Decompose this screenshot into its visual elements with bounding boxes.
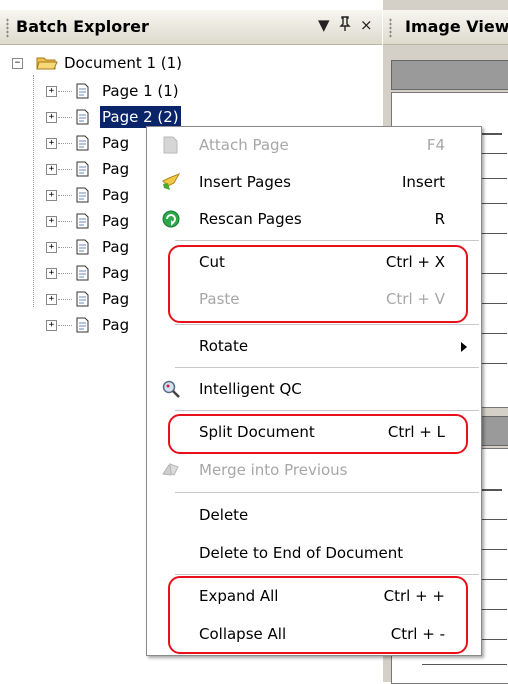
merge-icon <box>162 463 179 476</box>
grip-handle[interactable] <box>389 18 392 38</box>
collapse-toggle-icon[interactable]: − <box>12 58 23 69</box>
page-label: Pag <box>102 316 130 334</box>
page-label: Pag <box>102 264 130 282</box>
highlight-expand-collapse <box>168 576 468 654</box>
expand-toggle-icon[interactable]: + <box>46 294 57 305</box>
tree-connector <box>58 247 72 249</box>
tree-connector <box>58 325 72 327</box>
page-icon <box>76 291 89 307</box>
submenu-arrow-icon <box>461 342 467 352</box>
highlight-split-document <box>168 414 468 454</box>
tree-item-document[interactable]: − Document 1 (1) <box>0 52 260 74</box>
page-icon <box>76 135 89 151</box>
tree-item-page[interactable]: + Page 1 (1) <box>0 80 200 102</box>
menu-item-delete[interactable]: Delete <box>147 498 481 532</box>
page-label: Pag <box>102 238 130 256</box>
menu-separator <box>175 240 479 241</box>
page-icon <box>76 187 89 203</box>
menu-item-rescan-pages[interactable]: Rescan Pages R <box>147 202 481 236</box>
document-label: Document 1 (1) <box>64 54 183 72</box>
expand-toggle-icon[interactable]: + <box>46 112 57 123</box>
menu-separator <box>175 410 479 411</box>
menu-item-intelligent-qc[interactable]: Intelligent QC <box>147 372 481 406</box>
dropdown-arrow-icon[interactable]: ▼ <box>318 16 330 34</box>
attach-page-icon <box>163 136 178 154</box>
expand-toggle-icon[interactable]: + <box>46 86 57 97</box>
page-icon <box>76 83 89 99</box>
page-label: Page 2 (2) <box>100 106 181 128</box>
menu-item-merge-into-previous[interactable]: Merge into Previous <box>147 453 481 487</box>
highlight-cut-paste <box>168 245 468 323</box>
page-label: Pag <box>102 160 130 178</box>
tree-connector <box>58 91 72 93</box>
page-icon <box>76 161 89 177</box>
menu-item-insert-pages[interactable]: Insert Pages Insert <box>147 165 481 199</box>
menu-item-attach-page[interactable]: Attach Page F4 <box>147 128 481 162</box>
insert-pages-icon <box>162 173 181 190</box>
expand-toggle-icon[interactable]: + <box>46 138 57 149</box>
page-icon <box>76 213 89 229</box>
explorer-header: Batch Explorer ▼ × <box>0 10 382 45</box>
page-icon <box>76 239 89 255</box>
pin-icon[interactable] <box>339 16 351 36</box>
menu-item-delete-to-end[interactable]: Delete to End of Document <box>147 536 481 570</box>
expand-toggle-icon[interactable]: + <box>46 190 57 201</box>
tree-connector <box>58 143 72 145</box>
menu-separator <box>175 324 479 325</box>
expand-toggle-icon[interactable]: + <box>46 320 57 331</box>
grip-handle[interactable] <box>6 18 9 38</box>
viewer-title: Image Viewer <box>405 17 508 36</box>
page-icon <box>76 317 89 333</box>
open-folder-icon <box>36 57 58 70</box>
page-label: Pag <box>102 186 130 204</box>
page-icon <box>76 109 89 125</box>
expand-toggle-icon[interactable]: + <box>46 164 57 175</box>
page-label: Page 1 (1) <box>102 82 179 100</box>
expand-toggle-icon[interactable]: + <box>46 242 57 253</box>
page-thumbnail-header <box>391 60 508 90</box>
menu-item-rotate[interactable]: Rotate <box>147 329 481 363</box>
page-icon <box>76 265 89 281</box>
tree-connector <box>58 195 72 197</box>
menu-separator <box>175 574 479 575</box>
page-label: Pag <box>102 212 130 230</box>
expand-toggle-icon[interactable]: + <box>46 216 57 227</box>
tree-connector <box>58 299 72 301</box>
tree-connector <box>58 221 72 223</box>
tree-connector <box>58 169 72 171</box>
tree-connector <box>58 117 72 119</box>
menu-separator <box>175 492 479 493</box>
rescan-icon <box>162 210 180 228</box>
tree-connector <box>58 273 72 275</box>
page-label: Pag <box>102 134 130 152</box>
page-label: Pag <box>102 290 130 308</box>
menu-separator <box>175 367 479 368</box>
magnifier-icon <box>162 380 180 398</box>
viewer-header: Image Viewer <box>383 10 508 45</box>
close-pane-button[interactable]: × <box>360 16 373 34</box>
expand-toggle-icon[interactable]: + <box>46 268 57 279</box>
tree-item-page-selected[interactable]: + Page 2 (2) <box>0 106 200 128</box>
explorer-title: Batch Explorer <box>16 17 149 36</box>
